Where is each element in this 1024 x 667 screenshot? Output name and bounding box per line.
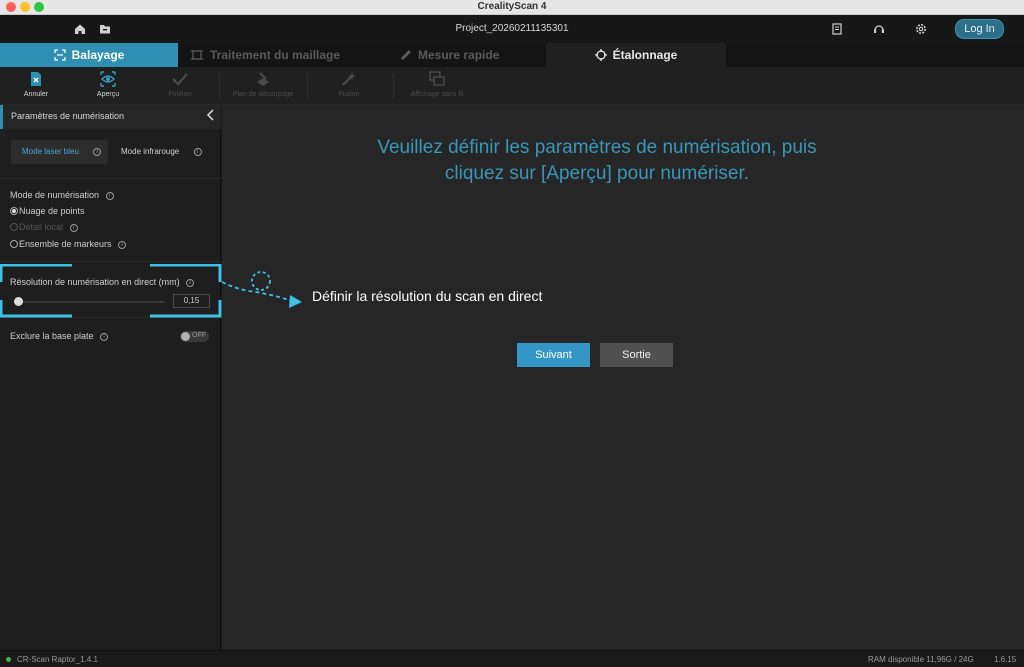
settings-icon[interactable] bbox=[914, 22, 928, 36]
support-icon[interactable] bbox=[872, 22, 886, 36]
check-icon bbox=[171, 70, 189, 88]
radio-label: Nuage de points bbox=[19, 206, 85, 216]
window-title: CrealityScan 4 bbox=[477, 1, 547, 12]
device-name: CR-Scan Raptor_1.4.1 bbox=[17, 655, 98, 664]
info-icon[interactable]: i bbox=[93, 147, 102, 156]
tool-label: Fusion bbox=[338, 91, 360, 98]
affichage-sans-fil-button[interactable]: Affichage sans fil bbox=[402, 70, 472, 98]
wireless-display-icon bbox=[428, 70, 446, 88]
toolbar-separator bbox=[307, 73, 308, 99]
radio-label: Ensemble de markeurs bbox=[19, 239, 112, 249]
tutorial-hint: Définir la résolution du scan en direct bbox=[312, 288, 543, 304]
tab-balayage[interactable]: Balayage bbox=[0, 43, 178, 67]
app-header: Project_20260211135301 bbox=[0, 15, 1024, 43]
next-button[interactable]: Suivant bbox=[517, 343, 590, 367]
tab-label: Balayage bbox=[71, 48, 125, 62]
tool-label: Aperçu bbox=[96, 91, 120, 98]
login-button[interactable]: Log In bbox=[955, 19, 1004, 39]
info-icon[interactable]: i bbox=[100, 332, 109, 341]
window-titlebar: CrealityScan 4 bbox=[0, 0, 1024, 15]
fusion-wand-icon bbox=[340, 70, 358, 88]
tutorial-highlight-frame bbox=[0, 264, 222, 318]
cancel-file-icon bbox=[27, 70, 45, 88]
exclude-base-toggle[interactable]: OFF bbox=[180, 331, 209, 342]
panel-header: Paramètres de numérisation bbox=[0, 105, 221, 129]
apercu-button[interactable]: Aperçu bbox=[86, 70, 130, 98]
app-version: 1.6.15 bbox=[994, 655, 1017, 664]
radio-ensemble-markeurs[interactable]: Ensemble de markeurs i bbox=[10, 239, 127, 249]
mesh-icon bbox=[190, 43, 204, 67]
divider bbox=[0, 261, 221, 262]
info-icon[interactable]: i bbox=[118, 240, 127, 249]
tool-label: Plan de découpage bbox=[232, 91, 294, 98]
notes-icon[interactable] bbox=[830, 22, 844, 36]
instruction-text: Veuillez définir les paramètres de numér… bbox=[377, 137, 817, 184]
preview-eye-icon bbox=[99, 70, 117, 88]
exit-button[interactable]: Sortie bbox=[600, 343, 673, 367]
viewport[interactable]: Veuillez définir les paramètres de numér… bbox=[222, 105, 1024, 650]
exclude-base-text: Exclure la base plate bbox=[10, 331, 94, 341]
exclude-base-label: Exclure la base plate i bbox=[10, 331, 109, 341]
collapse-chevron-icon[interactable] bbox=[206, 109, 215, 124]
radio-icon bbox=[10, 240, 18, 248]
project-name: Project_20260211135301 bbox=[455, 23, 569, 34]
divider bbox=[0, 178, 221, 179]
toolbar-separator bbox=[219, 73, 220, 99]
toggle-state: OFF bbox=[192, 332, 206, 339]
main-tabs: Balayage Traitement du maillage Mesure r… bbox=[0, 43, 1024, 67]
radio-nuage-points[interactable]: Nuage de points bbox=[10, 206, 85, 216]
tool-label: Annuler bbox=[23, 91, 49, 98]
radio-selected-icon bbox=[10, 207, 18, 215]
finition-button[interactable]: Finition bbox=[158, 70, 202, 98]
scan-mode-text: Mode de numérisation bbox=[10, 190, 100, 200]
toolbar: Annuler Aperçu Finition Plan de découpag… bbox=[0, 67, 1024, 105]
infrared-mode-button[interactable]: Mode infrarouge i bbox=[112, 140, 212, 164]
panel-title: Paramètres de numérisation bbox=[11, 111, 125, 121]
annuler-button[interactable]: Annuler bbox=[14, 70, 58, 98]
toggle-knob bbox=[181, 332, 190, 341]
tab-etalonnage[interactable]: Étalonnage bbox=[546, 43, 726, 67]
radio-icon bbox=[10, 223, 18, 231]
plan-decoupage-button[interactable]: Plan de découpage bbox=[226, 70, 300, 98]
tab-traitement-maillage[interactable]: Traitement du maillage bbox=[190, 43, 370, 67]
tab-label: Étalonnage bbox=[612, 48, 678, 62]
info-icon[interactable]: i bbox=[69, 223, 78, 232]
info-icon[interactable]: i bbox=[193, 147, 202, 156]
toolbar-separator bbox=[393, 73, 394, 99]
scan-mode-label: Mode de numérisation i bbox=[10, 190, 114, 200]
radio-detail-local[interactable]: Détail local i bbox=[10, 222, 78, 232]
mode-label: Mode infrarouge bbox=[121, 147, 180, 156]
mode-label: Mode laser bleu bbox=[22, 147, 79, 156]
ruler-icon bbox=[400, 43, 412, 67]
tool-label: Finition bbox=[168, 91, 192, 98]
tool-label: Affichage sans fil bbox=[410, 91, 464, 98]
crosshair-icon bbox=[594, 43, 607, 67]
tutorial-arrow-icon bbox=[221, 271, 302, 308]
status-bar: CR-Scan Raptor_1.4.1 RAM disponible 11,9… bbox=[0, 650, 1024, 667]
scan-frame-icon bbox=[53, 43, 66, 67]
scan-settings-panel: Paramètres de numérisation Mode laser bl… bbox=[0, 105, 221, 650]
cutting-plane-icon bbox=[254, 70, 272, 88]
blue-laser-mode-button[interactable]: Mode laser bleu i bbox=[11, 140, 108, 164]
radio-label: Détail local bbox=[19, 222, 64, 232]
tab-label: Traitement du maillage bbox=[210, 48, 341, 62]
connection-status-icon bbox=[6, 657, 11, 662]
info-icon[interactable]: i bbox=[105, 191, 114, 200]
tab-mesure-rapide[interactable]: Mesure rapide bbox=[400, 43, 540, 67]
ram-available: RAM disponible 11,96G / 24G bbox=[868, 655, 974, 664]
tab-label: Mesure rapide bbox=[418, 48, 500, 62]
fusion-button[interactable]: Fusion bbox=[327, 70, 371, 98]
